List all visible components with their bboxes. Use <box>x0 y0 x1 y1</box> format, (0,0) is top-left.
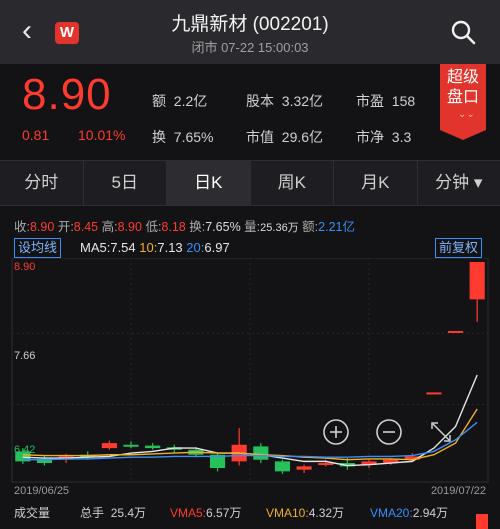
volume-label: 成交量 <box>14 506 51 520</box>
zoom-out-icon[interactable] <box>376 419 402 445</box>
candle <box>426 392 442 395</box>
tab-intraday[interactable]: 分时 <box>0 161 84 205</box>
candle <box>253 443 269 464</box>
y-axis-mid-label: 7.66 <box>14 350 35 362</box>
period-tabs: 分时 5日 日K 周K 月K 分钟 ▾ <box>0 160 500 206</box>
zoom-in-icon[interactable] <box>323 419 349 445</box>
current-price: 8.90 <box>22 70 112 119</box>
x-axis-start-label: 2019/06/25 <box>14 485 69 497</box>
vma20-value: VMA20:2.94万 <box>370 506 449 520</box>
market-status: 闭市 07-22 15:00:03 <box>191 40 309 55</box>
forward-adjust-button[interactable]: 前复权 <box>434 238 482 258</box>
candle-body <box>253 446 269 460</box>
candle-body <box>469 262 485 300</box>
candle <box>469 262 485 322</box>
candle <box>296 464 312 474</box>
total-volume: 总手 25.4万 <box>80 506 147 520</box>
y-axis-low-label: 6.42 <box>14 444 35 456</box>
super-orderbook-button[interactable]: 超级 盘口 <box>440 64 486 140</box>
turnover-stat: 换 7.65% <box>152 129 214 145</box>
pb-stat: 市净 3.3 <box>356 129 412 145</box>
tab-weekly-k[interactable]: 周K <box>251 161 334 205</box>
candle-body <box>101 443 117 449</box>
volume-bar-latest <box>476 514 488 529</box>
vma5-value: VMA5:6.57万 <box>170 506 242 520</box>
tab-5day[interactable]: 5日 <box>84 161 167 205</box>
kline-chart[interactable]: 8.90 7.66 6.42 2019/06/25 2019/07/22 <box>0 257 500 500</box>
candle-body <box>296 466 312 470</box>
candle-body <box>274 461 291 472</box>
tab-daily-k[interactable]: 日K <box>167 161 251 205</box>
candle <box>123 441 139 449</box>
set-ma-button[interactable]: 设均线 <box>14 238 62 258</box>
ma-values: MA5:7.54 10:7.13 20:6.97 <box>80 240 230 255</box>
candle-body <box>318 463 334 466</box>
super-button-line2: 盘口 <box>446 89 479 106</box>
candle-body <box>447 330 464 333</box>
ma-row: 设均线 MA5:7.54 10:7.13 20:6.97 前复权 <box>14 238 488 260</box>
tab-minute[interactable]: 分钟 ▾ <box>418 161 500 205</box>
share-capital-stat: 股本 3.32亿 <box>246 93 324 109</box>
chart-grid <box>11 257 489 483</box>
candle <box>447 330 464 333</box>
super-button-line1: 超级 <box>446 69 479 86</box>
stock-title: 九鼎新材 (002201) <box>171 14 329 35</box>
candle <box>145 443 161 450</box>
amount-stat: 额 2.2亿 <box>152 93 208 109</box>
day-stats-line: 收:8.90 开:8.45 高:8.90 低:8.18 换:7.65% 量:25… <box>14 220 355 234</box>
double-chevron-down-icon: ⌄⌄ <box>458 109 475 120</box>
candle <box>101 440 117 450</box>
expand-icon[interactable] <box>431 422 451 442</box>
price-change: 0.81 <box>22 127 50 143</box>
pe-stat: 市盈 158 <box>356 93 416 109</box>
candle <box>274 459 291 474</box>
market-cap-stat: 市值 29.6亿 <box>246 129 324 145</box>
volume-footer: 成交量 总手 25.4万 VMA5:6.57万 VMA10:4.32万 VMA2… <box>0 500 500 522</box>
candle-body <box>145 445 161 449</box>
y-axis-high-label: 8.90 <box>14 261 35 273</box>
tab-monthly-k[interactable]: 月K <box>334 161 418 205</box>
vma10-value: VMA10:4.32万 <box>266 506 345 520</box>
price-change-percent: 10.01% <box>78 127 126 143</box>
candle <box>231 428 247 466</box>
candle <box>36 455 53 466</box>
candle-body <box>426 392 442 395</box>
candle-body <box>123 444 139 447</box>
search-icon[interactable] <box>449 18 477 46</box>
x-axis-end-label: 2019/07/22 <box>431 485 486 497</box>
